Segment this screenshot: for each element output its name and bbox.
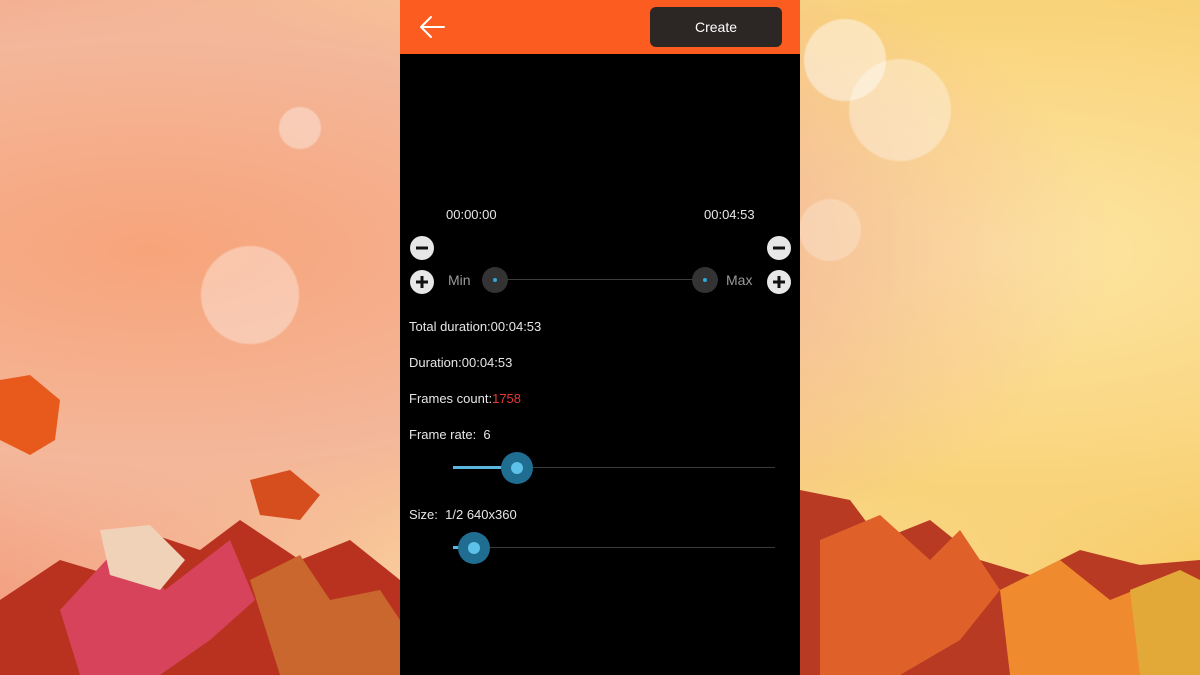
size-row: Size: 1/2 640x360 — [409, 507, 517, 522]
plus-icon — [416, 276, 428, 288]
trim-range-track — [495, 279, 705, 280]
start-minus-button[interactable] — [410, 236, 434, 260]
slider-thumb[interactable] — [501, 452, 534, 484]
end-time-label: 00:04:53 — [704, 207, 755, 222]
plus-icon — [773, 276, 785, 288]
minus-icon — [773, 246, 785, 250]
app-toolbar: Create — [400, 0, 800, 54]
frames-count-label: Frames count: — [409, 391, 493, 406]
arrow-left-icon — [420, 16, 445, 38]
back-button[interactable] — [416, 12, 448, 42]
phone-screen: Create 00:00:00 00:04:53 Min Max Total d… — [400, 0, 800, 675]
size-slider[interactable] — [453, 532, 775, 564]
trim-start-handle[interactable] — [482, 267, 508, 293]
max-label: Max — [726, 272, 753, 288]
total-duration-text: Total duration:00:04:53 — [409, 319, 542, 334]
size-value: 1/2 640x360 — [445, 507, 517, 522]
size-label: Size: — [409, 507, 438, 522]
slider-track — [453, 547, 775, 548]
start-time-label: 00:00:00 — [446, 207, 497, 222]
frame-rate-slider[interactable] — [453, 452, 775, 484]
minus-icon — [416, 246, 428, 250]
frame-rate-label: Frame rate: — [409, 427, 477, 442]
trim-end-handle[interactable] — [692, 267, 718, 293]
duration-text: Duration:00:04:53 — [409, 355, 513, 370]
frames-count-value: 1758 — [492, 391, 522, 406]
end-plus-button[interactable] — [767, 270, 791, 294]
create-button[interactable]: Create — [650, 7, 782, 47]
slider-thumb[interactable] — [457, 532, 490, 564]
frame-rate-row: Frame rate: 6 — [409, 427, 491, 442]
min-label: Min — [448, 272, 471, 288]
end-minus-button[interactable] — [767, 236, 791, 260]
start-plus-button[interactable] — [410, 270, 434, 294]
frame-rate-value: 6 — [483, 427, 491, 442]
frames-count-row: Frames count:1758 — [409, 391, 521, 406]
